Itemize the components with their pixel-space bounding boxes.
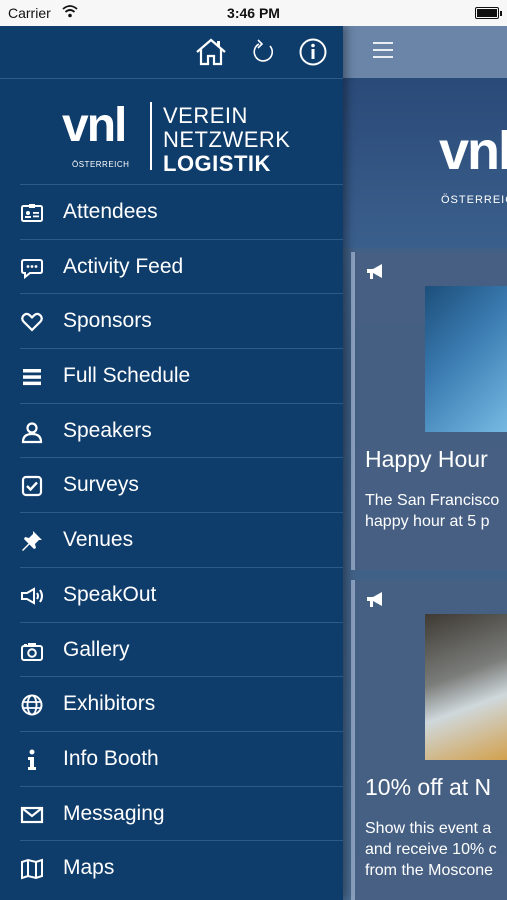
sidebar-item-label: SpeakOut xyxy=(63,582,157,606)
sidebar-item-sponsors[interactable]: Sponsors xyxy=(20,293,343,348)
sidebar-item-attendees[interactable]: Attendees xyxy=(20,184,343,239)
card-title: Happy Hour xyxy=(365,446,488,472)
chat-bubble-icon xyxy=(20,256,44,280)
sidebar-item-speakout[interactable]: SpeakOut xyxy=(20,566,343,622)
sidebar-item-label: Attendees xyxy=(63,200,158,223)
person-icon xyxy=(20,420,44,444)
sidebar-item-label: Maps xyxy=(63,856,115,880)
card-desc-line: The San Francisco xyxy=(365,492,500,509)
feed-card[interactable]: Happy Hour The San Francisco happy hour … xyxy=(351,252,507,570)
sidebar-item-messaging[interactable]: Messaging xyxy=(20,785,343,841)
info-icon[interactable] xyxy=(298,37,328,67)
globe-icon xyxy=(20,693,44,717)
megaphone-icon xyxy=(365,262,387,282)
sidebar-item-label: Speakers xyxy=(63,418,152,442)
sidebar-menu: Attendees Activity Feed Sponsors Full Sc… xyxy=(0,184,343,895)
refresh-icon[interactable] xyxy=(250,37,280,67)
sidebar-toolbar xyxy=(0,26,343,79)
home-icon[interactable] xyxy=(194,37,226,67)
sidebar-item-label: Full Schedule xyxy=(63,364,191,388)
sidebar-item-gallery[interactable]: Gallery xyxy=(20,621,343,677)
sidebar-item-label: Info Booth xyxy=(63,746,159,770)
card-desc-line: and receive 10% c xyxy=(365,841,497,858)
main-header xyxy=(343,26,507,78)
sidebar-item-label: Surveys xyxy=(63,473,139,497)
clock: 3:46 PM xyxy=(227,5,280,21)
checkbox-icon xyxy=(20,474,44,498)
id-card-icon xyxy=(20,201,44,225)
logo-line-3: LOGISTIK xyxy=(163,151,271,176)
sidebar-item-surveys[interactable]: Surveys xyxy=(20,457,343,512)
sidebar-item-label: Activity Feed xyxy=(63,254,184,278)
logo-line-1: VEREIN xyxy=(163,103,248,128)
sidebar-item-label: Exhibitors xyxy=(63,692,156,716)
sidebar-item-info-booth[interactable]: Info Booth xyxy=(20,730,343,786)
pin-icon xyxy=(20,529,44,553)
megaphone-icon xyxy=(365,590,387,610)
camera-icon xyxy=(20,639,44,663)
sidebar-item-venues[interactable]: Venues xyxy=(20,512,343,567)
card-image xyxy=(425,614,507,760)
sidebar-item-activity-feed[interactable]: Activity Feed xyxy=(20,238,343,294)
card-image xyxy=(425,286,507,432)
logo-line-2: NETZWERK xyxy=(163,127,291,152)
card-title: 10% off at N xyxy=(365,774,492,800)
list-icon xyxy=(20,365,44,389)
card-description: Show this event a and receive 10% c from… xyxy=(365,818,497,881)
sidebar: vnl ÖSTERREICH VEREIN NETZWERK LOGISTIK … xyxy=(0,26,343,900)
megaphone-icon xyxy=(20,584,44,608)
sidebar-item-speakers[interactable]: Speakers xyxy=(20,402,343,458)
card-description: The San Francisco happy hour at 5 p xyxy=(365,490,499,532)
logo-mark: vnl xyxy=(62,99,127,152)
sidebar-item-label: Gallery xyxy=(63,637,130,661)
logo-mark-sub: ÖSTERREICH xyxy=(72,160,130,169)
sidebar-item-exhibitors[interactable]: Exhibitors xyxy=(20,676,343,731)
banner-logo-mark: vnl xyxy=(439,121,507,181)
card-desc-line: Show this event a xyxy=(365,820,492,837)
event-banner: vnl ÖSTERREICH xyxy=(343,78,507,248)
main-content: vnl ÖSTERREICH Happy Hour The San Franci… xyxy=(343,26,507,900)
sidebar-item-full-schedule[interactable]: Full Schedule xyxy=(20,348,343,403)
battery-tip xyxy=(500,11,502,16)
sidebar-item-maps[interactable]: Maps xyxy=(20,840,343,895)
sidebar-item-label: Venues xyxy=(63,528,134,552)
sidebar-item-label: Sponsors xyxy=(63,309,152,333)
status-bar: Carrier 3:46 PM xyxy=(0,0,507,26)
info-i-icon xyxy=(20,748,44,772)
card-desc-line: from the Moscone xyxy=(365,862,494,879)
battery-icon xyxy=(475,7,499,19)
card-desc-line: happy hour at 5 p xyxy=(365,513,490,530)
sidebar-item-label: Messaging xyxy=(63,801,165,825)
envelope-icon xyxy=(20,803,44,827)
map-icon xyxy=(20,857,44,881)
heart-icon xyxy=(20,310,44,334)
logo-divider xyxy=(150,102,152,170)
vnl-logo: vnl ÖSTERREICH VEREIN NETZWERK LOGISTIK xyxy=(62,96,292,176)
logo-text: VEREIN NETZWERK LOGISTIK xyxy=(163,104,290,176)
banner-logo-sub: ÖSTERREICH xyxy=(441,194,507,206)
feed-card[interactable]: 10% off at N Show this event a and recei… xyxy=(351,580,507,900)
hamburger-menu-icon[interactable] xyxy=(373,42,393,60)
